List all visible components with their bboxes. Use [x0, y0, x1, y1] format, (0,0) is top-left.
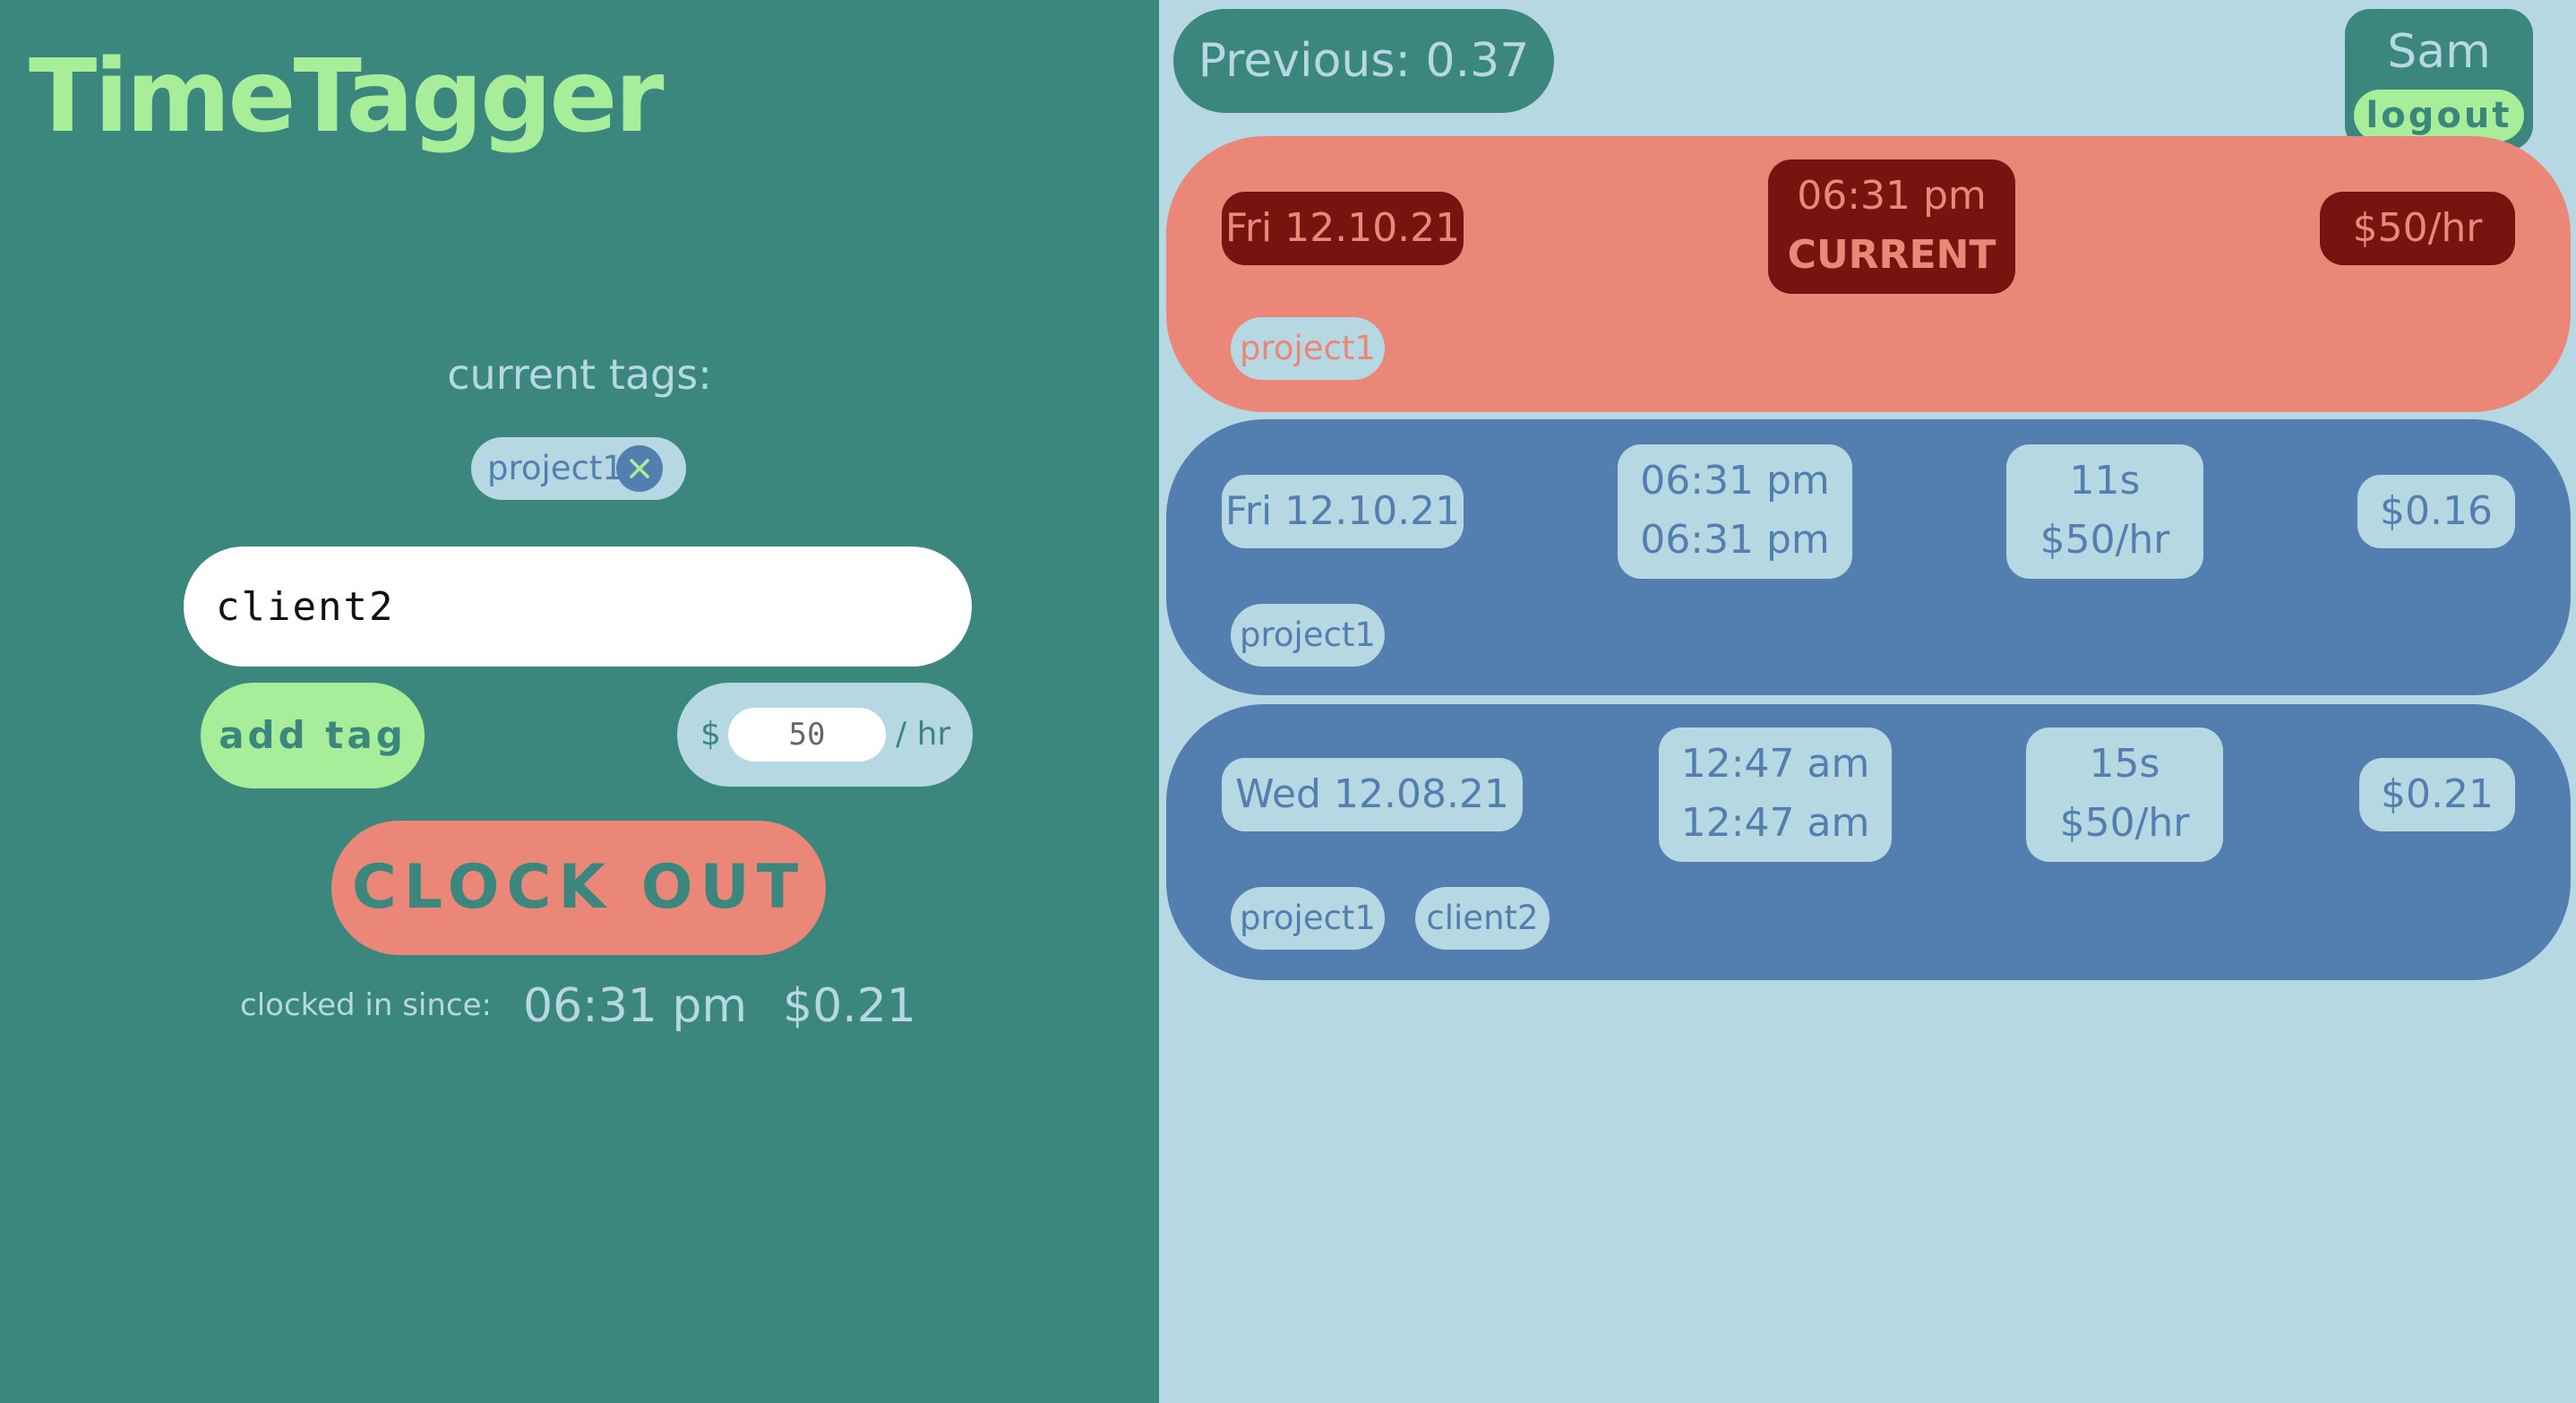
entry-end-time: 12:47 am [1680, 800, 1870, 846]
clock-out-button[interactable]: CLOCK OUT [331, 821, 826, 955]
entry-duration: 15s [2089, 741, 2160, 787]
clocked-in-time: 06:31 pm [523, 979, 748, 1033]
entry-rate: $50/hr [2059, 800, 2190, 846]
time-entry[interactable]: Fri 12.10.21 06:31 pm 06:31 pm 11s $50/h… [1166, 419, 2571, 695]
time-entry-current[interactable]: Fri 12.10.21 06:31 pm CURRENT $50/hr pro… [1166, 136, 2571, 412]
remove-tag-icon[interactable] [616, 445, 663, 492]
previous-total-badge: Previous: 0.37 [1173, 9, 1554, 113]
current-tag-label: project1 [487, 449, 623, 487]
entry-date: Fri 12.10.21 [1222, 192, 1464, 265]
entry-cost: $0.21 [2359, 758, 2515, 831]
entry-time-range: 12:47 am 12:47 am [1659, 727, 1892, 862]
add-tag-button[interactable]: add tag [201, 683, 425, 788]
entry-time-range: 06:31 pm 06:31 pm [1618, 444, 1852, 579]
entry-start-time: 12:47 am [1680, 741, 1870, 787]
user-menu: Sam logout [2345, 9, 2533, 151]
entry-duration-rate: 11s $50/hr [2006, 444, 2203, 579]
entry-status: CURRENT [1787, 232, 1996, 278]
rate-currency-symbol: $ [700, 716, 721, 753]
entry-end-time: 06:31 pm [1640, 517, 1830, 563]
entry-date: Wed 12.08.21 [1222, 758, 1523, 831]
entry-start-time: 06:31 pm [1797, 173, 1987, 219]
tag-input[interactable] [184, 547, 972, 667]
entry-duration-rate: 15s $50/hr [2026, 727, 2223, 862]
running-cost: $0.21 [783, 979, 916, 1033]
time-entry[interactable]: Wed 12.08.21 12:47 am 12:47 am 15s $50/h… [1166, 704, 2571, 980]
tracker-panel: TimeTagger current tags: project1 add ta… [0, 0, 1159, 1403]
rate-unit-label: / hr [896, 716, 951, 753]
entry-duration: 11s [2069, 458, 2141, 504]
current-tag-chip: project1 [471, 437, 686, 500]
clocked-in-label: clocked in since: [240, 987, 492, 1023]
entry-cost: $0.16 [2357, 475, 2515, 548]
entry-time-current: 06:31 pm CURRENT [1768, 159, 2015, 294]
rate-input[interactable] [728, 708, 886, 762]
entry-start-time: 06:31 pm [1640, 458, 1830, 504]
entry-tag: project1 [1231, 604, 1385, 667]
app-title: TimeTagger [29, 39, 665, 155]
user-name: Sam [2387, 25, 2491, 79]
entry-tag: client2 [1415, 887, 1550, 950]
logout-button[interactable]: logout [2354, 90, 2524, 142]
current-tags-heading: current tags: [447, 350, 712, 399]
entry-tag: project1 [1231, 317, 1385, 380]
entry-rate: $50/hr [2039, 517, 2170, 563]
entry-date: Fri 12.10.21 [1222, 475, 1464, 548]
hourly-rate-field: $ / hr [677, 683, 973, 787]
entry-tag: project1 [1231, 887, 1385, 950]
entry-rate: $50/hr [2320, 192, 2515, 265]
